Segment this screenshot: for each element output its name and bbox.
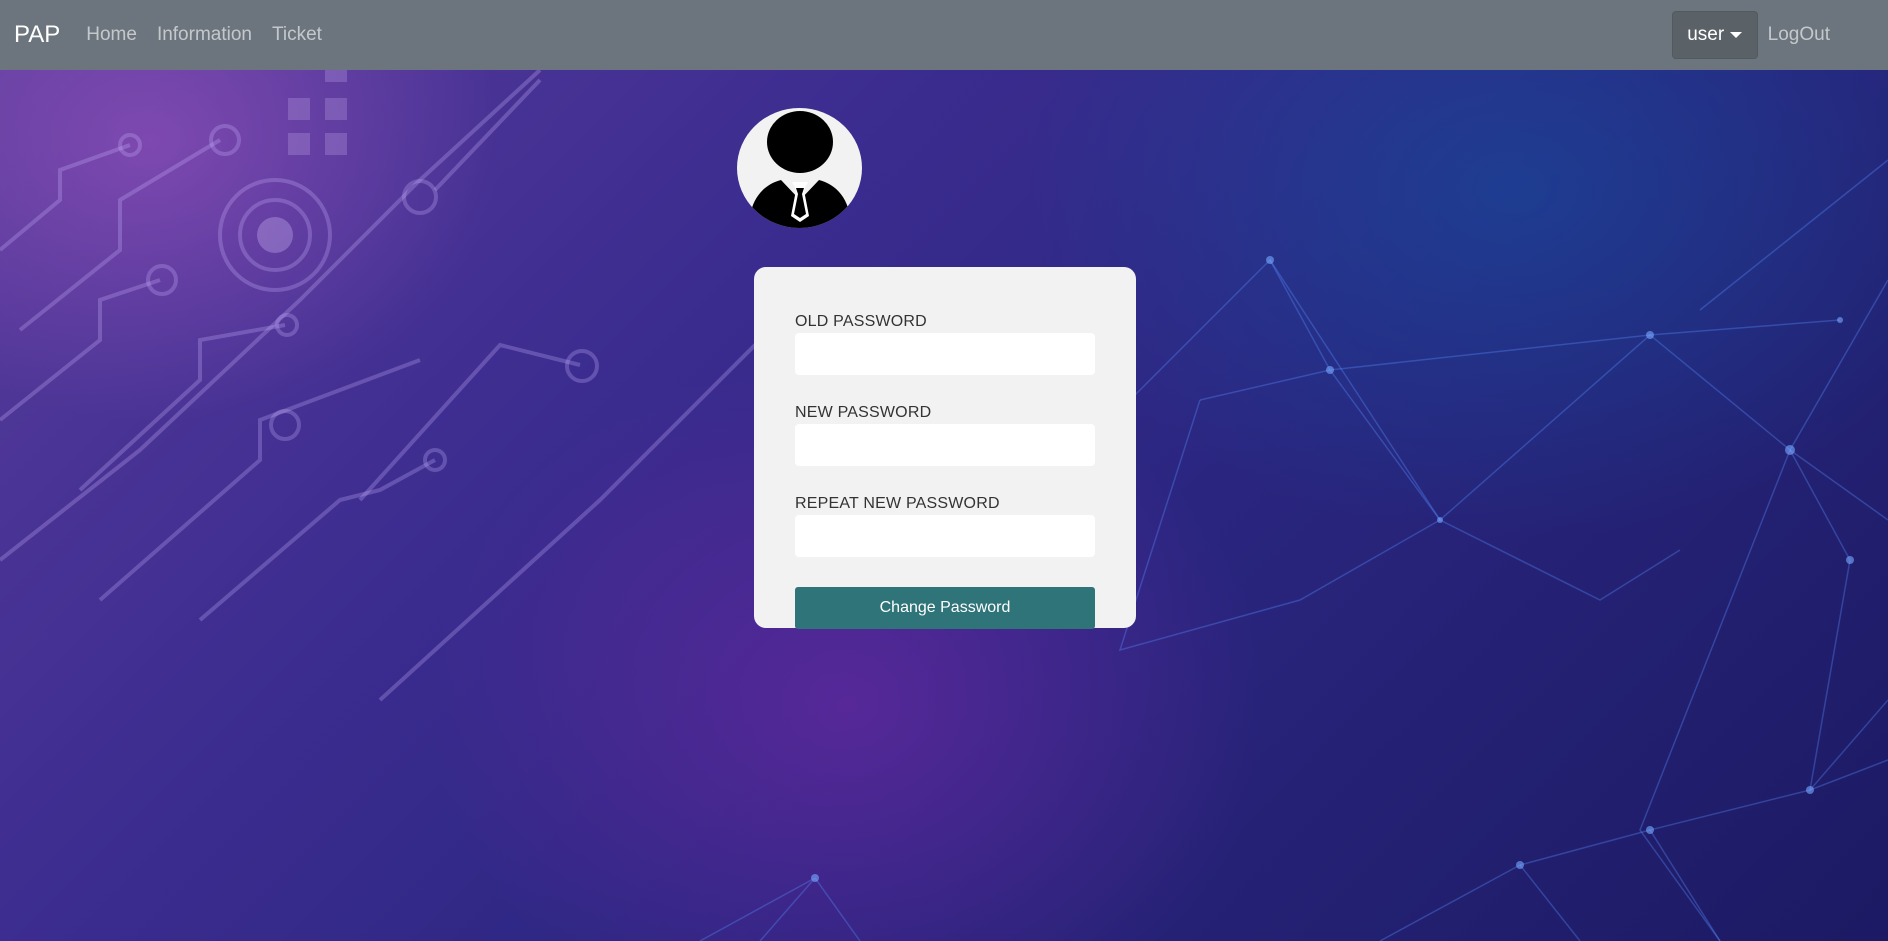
- nav-link-home[interactable]: Home: [86, 24, 137, 46]
- nav-link-information[interactable]: Information: [157, 24, 252, 46]
- new-password-label: NEW PASSWORD: [795, 404, 932, 421]
- avatar: [737, 108, 862, 228]
- user-silhouette-icon: [749, 111, 851, 228]
- repeat-password-input[interactable]: [795, 515, 1095, 557]
- repeat-password-label: REPEAT NEW PASSWORD: [795, 495, 1000, 512]
- user-menu-button[interactable]: user: [1671, 11, 1758, 59]
- old-password-label: OLD PASSWORD: [795, 313, 927, 330]
- caret-down-icon: [1730, 32, 1743, 38]
- navbar-right: user LogOut: [1671, 0, 1888, 70]
- nav-link-ticket[interactable]: Ticket: [272, 24, 322, 46]
- change-password-card: OLD PASSWORD NEW PASSWORD REPEAT NEW PAS…: [754, 267, 1136, 629]
- new-password-input[interactable]: [795, 424, 1095, 466]
- top-navbar: PAP Home Information Ticket user LogOut: [0, 0, 1888, 70]
- user-menu-label: user: [1687, 24, 1725, 45]
- logout-link[interactable]: LogOut: [1768, 24, 1830, 46]
- change-password-button[interactable]: Change Password: [795, 587, 1095, 629]
- old-password-input[interactable]: [795, 333, 1095, 375]
- brand-logo[interactable]: PAP: [14, 21, 60, 49]
